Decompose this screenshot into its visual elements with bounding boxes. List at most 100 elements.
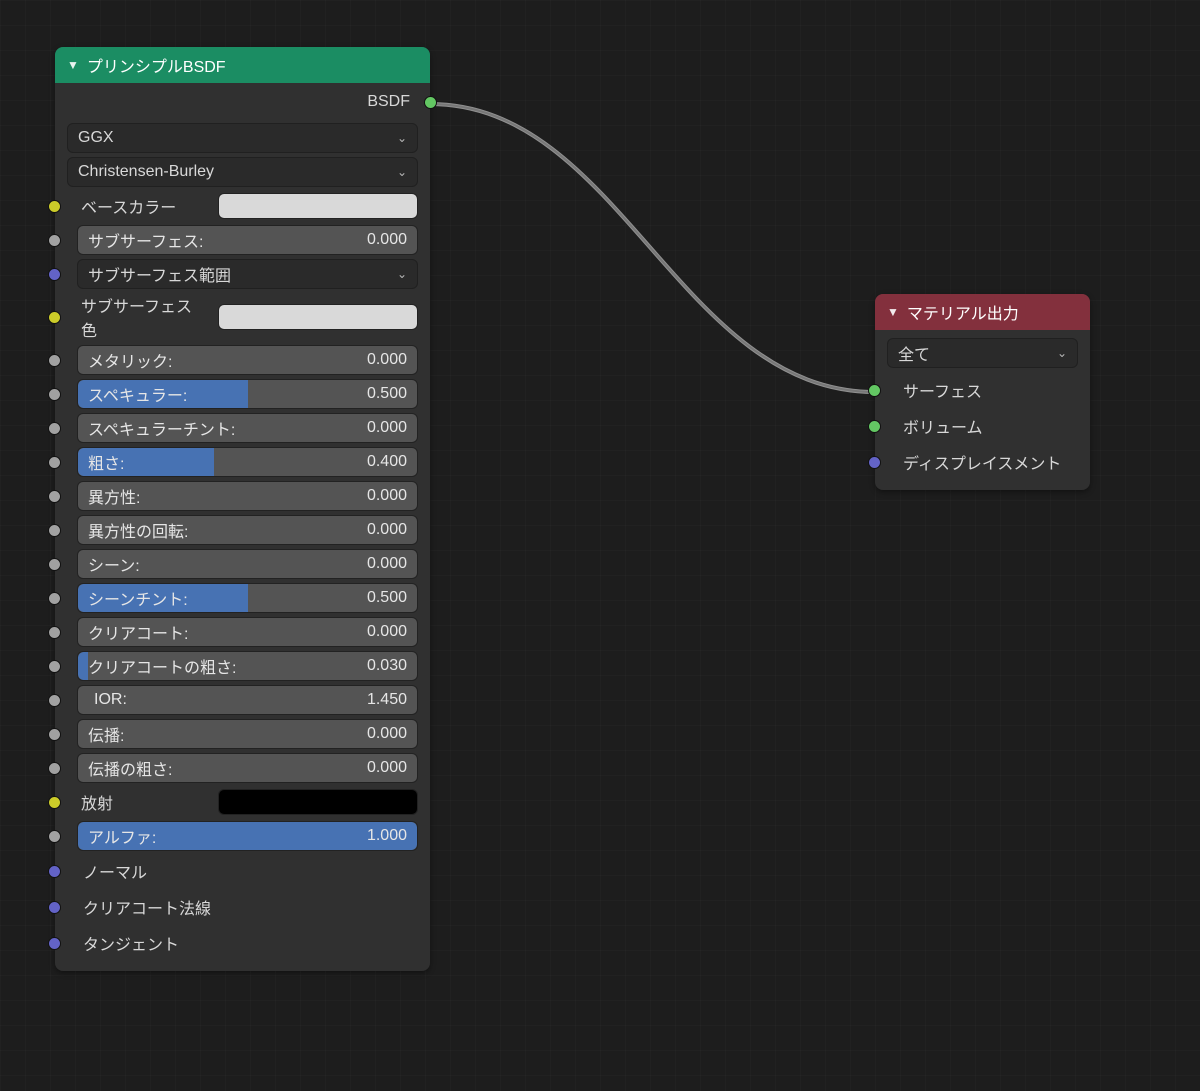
- anisotropic-rotation-socket[interactable]: [48, 524, 61, 537]
- distribution-value: GGX: [78, 129, 114, 147]
- subsurface-socket[interactable]: [48, 234, 61, 247]
- base-color-socket[interactable]: [48, 200, 61, 213]
- metallic-socket[interactable]: [48, 354, 61, 367]
- subsurface-color-socket[interactable]: [48, 311, 61, 324]
- clearcoat-socket[interactable]: [48, 626, 61, 639]
- transmission-roughness-socket[interactable]: [48, 762, 61, 775]
- subsurface-radius-label: サブサーフェス範囲: [88, 262, 231, 286]
- node-principled-bsdf[interactable]: ▼ プリンシプルBSDF BSDF GGX ⌄ Christensen-Burl…: [55, 47, 430, 971]
- node-material-output[interactable]: ▼ マテリアル出力 全て ⌄ サーフェス ボリューム ディスプレイスメント: [875, 294, 1090, 490]
- clearcoat-roughness-socket[interactable]: [48, 660, 61, 673]
- subsurface-method-value: Christensen-Burley: [78, 163, 214, 181]
- volume-label: ボリューム: [903, 414, 983, 438]
- output-label: BSDF: [367, 93, 410, 111]
- subsurface-color-label: サブサーフェス色: [77, 293, 210, 341]
- surface-label: サーフェス: [903, 378, 982, 402]
- sheen-socket[interactable]: [48, 558, 61, 571]
- clearcoat-row: クリアコート: 0.000: [55, 615, 430, 649]
- chevron-down-icon: ⌄: [397, 131, 407, 145]
- alpha-row: アルファ: 1.000: [55, 819, 430, 853]
- collapse-icon[interactable]: ▼: [887, 305, 899, 319]
- normal-label: ノーマル: [83, 859, 147, 883]
- anisotropic-rotation-slider[interactable]: 異方性の回転: 0.000: [77, 515, 418, 545]
- normal-row: ノーマル: [55, 853, 430, 889]
- specular-tint-row: スペキュラーチント: 0.000: [55, 411, 430, 445]
- transmission-slider[interactable]: 伝播: 0.000: [77, 719, 418, 749]
- chevron-down-icon: ⌄: [1057, 346, 1067, 360]
- ior-socket[interactable]: [48, 694, 61, 707]
- alpha-slider[interactable]: アルファ: 1.000: [77, 821, 418, 851]
- chevron-down-icon: ⌄: [397, 165, 407, 179]
- specular-tint-slider[interactable]: スペキュラーチント: 0.000: [77, 413, 418, 443]
- subsurface-slider[interactable]: サブサーフェス: 0.000: [77, 225, 418, 255]
- node-header[interactable]: ▼ マテリアル出力: [875, 294, 1090, 330]
- tangent-label: タンジェント: [83, 931, 179, 955]
- subsurface-method-select[interactable]: Christensen-Burley ⌄: [67, 157, 418, 187]
- specular-row: スペキュラー: 0.500: [55, 377, 430, 411]
- transmission-row: 伝播: 0.000: [55, 717, 430, 751]
- sheen-tint-socket[interactable]: [48, 592, 61, 605]
- sheen-tint-row: シーンチント: 0.500: [55, 581, 430, 615]
- anisotropic-row: 異方性: 0.000: [55, 479, 430, 513]
- tangent-row: タンジェント: [55, 925, 430, 961]
- emission-socket[interactable]: [48, 796, 61, 809]
- metallic-slider[interactable]: メタリック: 0.000: [77, 345, 418, 375]
- roughness-row: 粗さ: 0.400: [55, 445, 430, 479]
- subsurface-row: サブサーフェス: 0.000: [55, 223, 430, 257]
- output-socket-row: BSDF: [55, 87, 430, 121]
- clearcoat-normal-socket[interactable]: [48, 901, 61, 914]
- chevron-down-icon: ⌄: [397, 267, 407, 281]
- emission-row: 放射: [55, 785, 430, 819]
- specular-slider[interactable]: スペキュラー: 0.500: [77, 379, 418, 409]
- volume-input-row: ボリューム: [875, 408, 1090, 444]
- bsdf-output-socket[interactable]: [424, 96, 437, 109]
- transmission-roughness-row: 伝播の粗さ: 0.000: [55, 751, 430, 785]
- node-title: プリンシプルBSDF: [87, 53, 226, 77]
- transmission-socket[interactable]: [48, 728, 61, 741]
- emission-label: 放射: [77, 790, 210, 814]
- subsurface-color-row: サブサーフェス色: [55, 291, 430, 343]
- subsurface-radius-expand[interactable]: サブサーフェス範囲 ⌄: [77, 259, 418, 289]
- clearcoat-roughness-row: クリアコートの粗さ: 0.030: [55, 649, 430, 683]
- distribution-select[interactable]: GGX ⌄: [67, 123, 418, 153]
- output-target-select[interactable]: 全て ⌄: [887, 338, 1078, 368]
- alpha-socket[interactable]: [48, 830, 61, 843]
- output-target-value: 全て: [898, 341, 930, 365]
- subsurface-color-swatch[interactable]: [218, 304, 418, 330]
- clearcoat-roughness-slider[interactable]: クリアコートの粗さ: 0.030: [77, 651, 418, 681]
- ior-row: IOR: 1.450: [55, 683, 430, 717]
- sheen-tint-slider[interactable]: シーンチント: 0.500: [77, 583, 418, 613]
- anisotropic-slider[interactable]: 異方性: 0.000: [77, 481, 418, 511]
- displacement-socket[interactable]: [868, 456, 881, 469]
- anisotropic-socket[interactable]: [48, 490, 61, 503]
- clearcoat-normal-row: クリアコート法線: [55, 889, 430, 925]
- subsurface-radius-row: サブサーフェス範囲 ⌄: [55, 257, 430, 291]
- transmission-roughness-slider[interactable]: 伝播の粗さ: 0.000: [77, 753, 418, 783]
- base-color-row: ベースカラー: [55, 189, 430, 223]
- clearcoat-normal-label: クリアコート法線: [83, 895, 211, 919]
- surface-socket[interactable]: [868, 384, 881, 397]
- node-title: マテリアル出力: [907, 300, 1019, 324]
- specular-tint-socket[interactable]: [48, 422, 61, 435]
- sheen-slider[interactable]: シーン: 0.000: [77, 549, 418, 579]
- specular-socket[interactable]: [48, 388, 61, 401]
- roughness-socket[interactable]: [48, 456, 61, 469]
- displacement-label: ディスプレイスメント: [903, 450, 1061, 474]
- collapse-icon[interactable]: ▼: [67, 58, 79, 72]
- normal-socket[interactable]: [48, 865, 61, 878]
- node-header[interactable]: ▼ プリンシプルBSDF: [55, 47, 430, 83]
- ior-field[interactable]: IOR: 1.450: [77, 685, 418, 715]
- base-color-swatch[interactable]: [218, 193, 418, 219]
- roughness-slider[interactable]: 粗さ: 0.400: [77, 447, 418, 477]
- surface-input-row: サーフェス: [875, 372, 1090, 408]
- anisotropic-rotation-row: 異方性の回転: 0.000: [55, 513, 430, 547]
- tangent-socket[interactable]: [48, 937, 61, 950]
- base-color-label: ベースカラー: [77, 194, 210, 218]
- displacement-input-row: ディスプレイスメント: [875, 444, 1090, 480]
- emission-swatch[interactable]: [218, 789, 418, 815]
- metallic-row: メタリック: 0.000: [55, 343, 430, 377]
- volume-socket[interactable]: [868, 420, 881, 433]
- subsurface-radius-socket[interactable]: [48, 268, 61, 281]
- sheen-row: シーン: 0.000: [55, 547, 430, 581]
- clearcoat-slider[interactable]: クリアコート: 0.000: [77, 617, 418, 647]
